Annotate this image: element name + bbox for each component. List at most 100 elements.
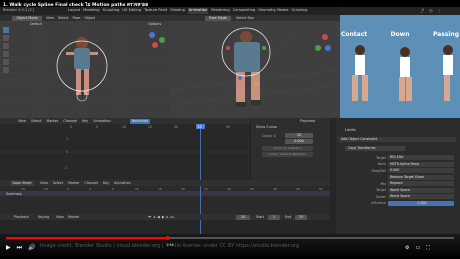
constraint-name-field[interactable]: Copy Transforms [345,146,405,151]
fullscreen-icon[interactable]: ⛶ [426,245,430,251]
viewport-menu-item[interactable]: Select [58,16,68,20]
next-key-icon[interactable]: ▸ [167,215,169,219]
workspace-tab[interactable]: Animation [187,8,209,14]
next-video-icon[interactable]: ⏭ [17,244,22,252]
graph-menu-item[interactable]: Marker [47,119,59,123]
constraint-field-label: Target [376,188,386,192]
move-tool-icon[interactable] [3,35,9,41]
timeline-playback-menu[interactable]: Playback [14,215,29,219]
constraint-field-value[interactable]: 0.000 [388,168,454,173]
dopesheet-summary-row[interactable] [0,191,330,196]
video-scrubber-handle[interactable] [166,236,170,240]
share-icon[interactable]: ⤴ [420,8,424,14]
workspace-tab[interactable]: Texture Paint [144,8,167,14]
cursor-to-selection-button[interactable]: Cursor to Selection [262,146,313,151]
jump-start-icon[interactable]: ⏮ [148,215,151,219]
dopesheet-menu-item[interactable]: Key [103,181,109,185]
constraint-field-value[interactable]: MSTR-Spline-Temp [388,161,454,167]
timeline-current-frame-field[interactable]: 20 [236,215,250,220]
workspace-tab[interactable]: Compositing [233,8,256,14]
watch-later-icon[interactable]: ◷ [429,8,433,14]
graph-menu-item[interactable]: View [18,119,26,123]
select-box-mode[interactable]: Select Box [236,16,254,20]
jump-end-icon[interactable]: ⏭ [170,215,173,219]
timeline-marker-menu[interactable]: Marker [68,215,79,219]
timeline-view-menu[interactable]: View [56,215,64,219]
play-icon[interactable]: ▶ [162,215,165,219]
viewport-menu-item[interactable]: View [46,16,54,20]
properties-tabs [330,118,336,234]
cursor-value-to-selection-button[interactable]: Cursor Value to Selection [262,152,313,157]
constraint-field-value[interactable]: World Space [388,187,454,193]
transform-tool-icon[interactable] [3,59,9,65]
video-right-controls: ⚙ ▭ ⛶ [405,245,430,251]
transform-options[interactable]: Options [148,22,161,26]
timeline-start-field[interactable]: 1 [268,215,280,220]
graph-frame-indicator[interactable]: 20 [196,124,205,129]
play-reverse-icon[interactable]: ◀ [157,215,160,219]
graph-menu-item[interactable]: Select [31,119,41,123]
rotate-tool-icon[interactable] [3,43,9,49]
workspace-tab[interactable]: Scripting [291,8,307,14]
workspace-tab[interactable]: Sculpting [103,8,120,14]
dopesheet-menu-item[interactable]: Select [53,181,63,185]
graph-menu-item[interactable]: Key [82,119,88,123]
constraint-field-value[interactable]: Replace [388,181,454,186]
dopesheet-menu-item[interactable]: View [40,181,48,185]
cursor-y-field[interactable]: 0.000 [285,139,313,144]
viewport-menu-item[interactable]: Object [84,16,95,20]
dopesheet-summary-label: Summary [6,191,22,196]
theater-mode-icon[interactable]: ▭ [415,245,420,251]
workspace-tab[interactable]: Rendering [211,8,229,14]
dopesheet-ruler-tick: 15 [158,186,162,191]
graph-menu-item[interactable]: Animation [93,119,110,123]
timeline-start-label: Start [256,215,265,219]
mode-select-right[interactable]: Pose Mode [205,15,231,21]
graph-menu-item[interactable]: Channel [63,119,77,123]
constraint-field-value[interactable]: 1.000 [388,200,454,206]
reference-label-contact: Contact [341,31,368,38]
normalize-toggle[interactable]: Normalize [130,118,150,124]
workspace-tab[interactable]: Shading [170,8,185,14]
volume-icon[interactable]: 🔊 [28,244,35,252]
timeline-keying-menu[interactable]: Keying [38,215,49,219]
timeline-end-field[interactable]: 25 [295,215,307,220]
constraint-field-label: Mix [380,181,386,186]
add-constraint-dropdown[interactable]: Add Object Constraint [338,137,456,142]
show-cursor-checkbox[interactable]: Show Cursor [256,125,277,129]
window-controls: ⤴ ◷ ⋮ [420,8,458,14]
more-icon[interactable]: ⋮ [438,8,442,14]
constraint-field-value[interactable]: Remove Target Shear [388,174,454,180]
constraint-field-value[interactable]: RIG-Ellie [388,155,454,160]
annotate-tool-icon[interactable] [3,67,9,73]
workspace-tab[interactable]: UV Editing [122,8,141,14]
scale-tool-icon[interactable] [3,51,9,57]
playback-controls: ⏮ ◂ ◀ ▶ ▸ ⏭ [148,215,174,219]
dopesheet-menu-item[interactable]: Animation [114,181,131,185]
orientation-left[interactable]: Default [30,22,42,26]
viewport-menu-item[interactable]: Pose [73,16,81,20]
graph-current-frame: 20 [197,124,202,129]
dopesheet-ruler-tick: 50 [319,186,323,191]
prev-key-icon[interactable]: ◂ [153,215,155,219]
dopesheet-mode-select[interactable]: Dope Sheet [10,180,34,186]
settings-icon[interactable]: ⚙ [405,245,409,251]
dopesheet-ruler-tick: -5 [66,186,69,191]
workspace-tab[interactable]: Geometry Nodes [258,8,288,14]
viewport-left[interactable] [0,15,170,118]
video-left-controls: ▶ ⏭ 🔊 [6,244,36,252]
workspace-tab[interactable]: Layout [68,8,80,14]
window-title: Blender 4.0.1 [C] [3,8,34,12]
workspace-tab[interactable]: Modeling [83,8,99,14]
graph-y-label-1: 1 [66,137,69,141]
cursor-x-field[interactable]: 20 [285,133,313,138]
cursor-tool-icon[interactable] [3,27,9,33]
dopesheet-menu-item[interactable]: Marker [68,181,79,185]
mode-select-left[interactable]: Object Mode [12,15,42,21]
constraint-field-value[interactable]: World Space [388,194,454,199]
dopesheet-menu-item[interactable]: Channel [84,181,98,185]
viewport-right[interactable] [170,15,340,118]
play-pause-icon[interactable]: ▶ [6,244,11,252]
constraint-field-label: Bone [377,162,386,166]
playhead-label[interactable]: Playhead [300,119,315,123]
